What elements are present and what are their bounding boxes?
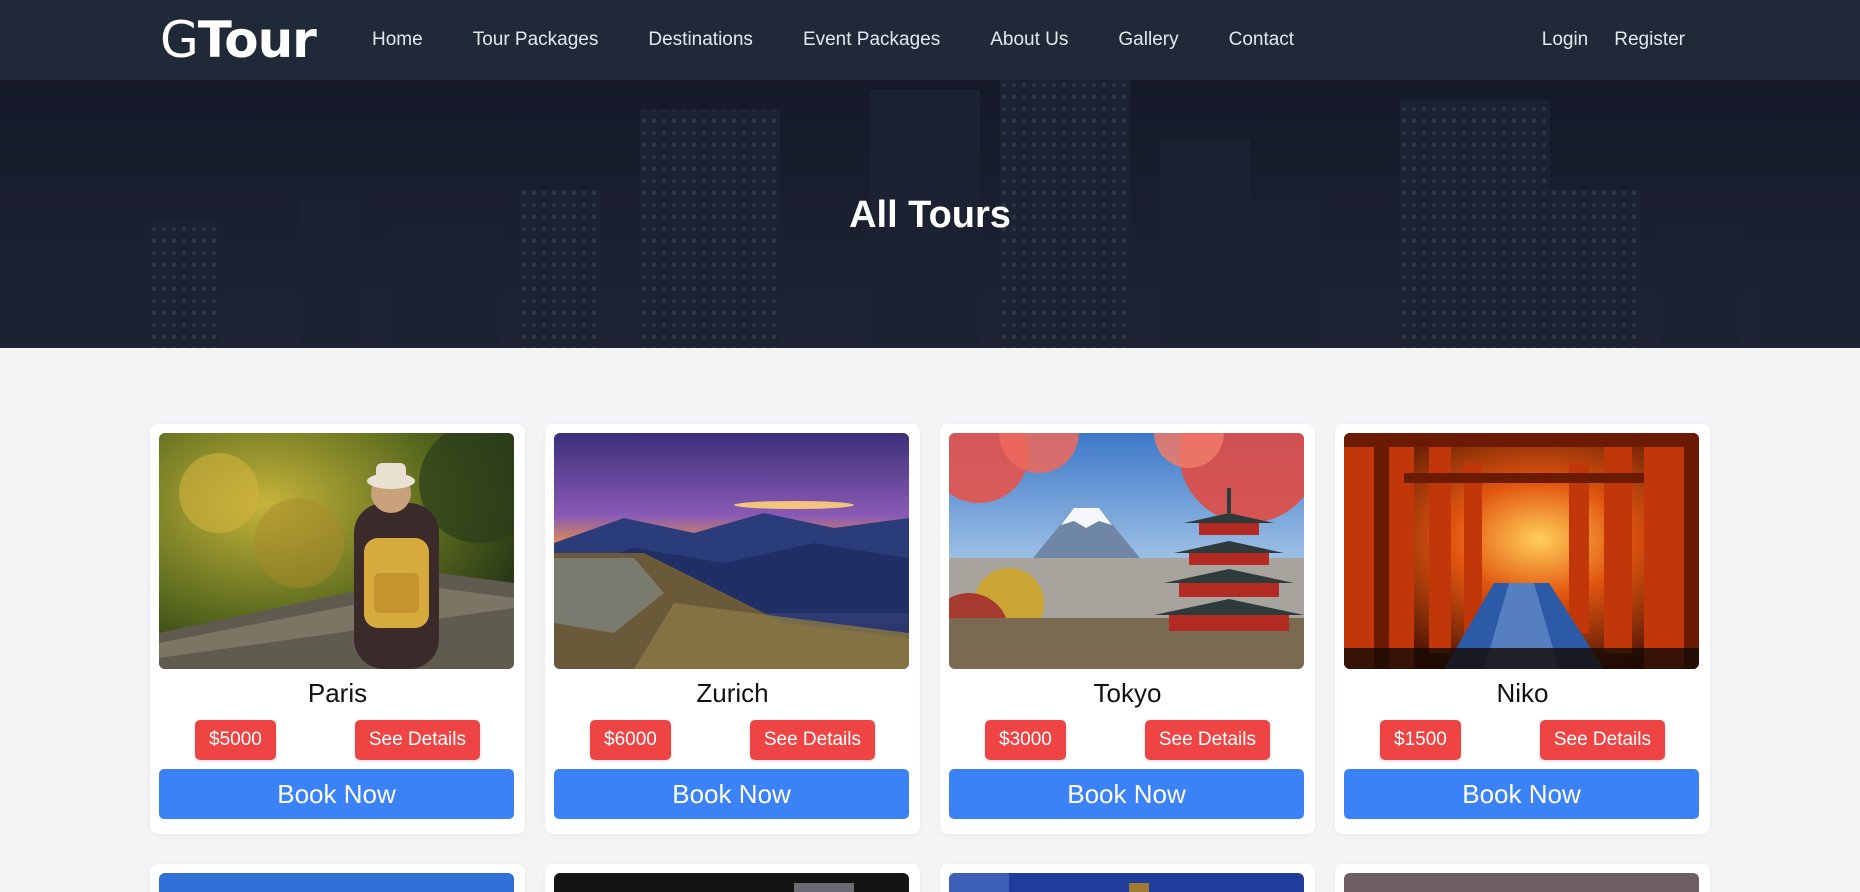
see-details-button[interactable]: See Details (749, 720, 875, 760)
tour-image-niko[interactable] (1344, 433, 1699, 669)
tour-city: Paris (307, 678, 368, 708)
nav-destinations[interactable]: Destinations (648, 29, 753, 51)
tour-image-paris[interactable] (159, 433, 514, 669)
tour-city: Niko (1496, 678, 1549, 708)
top-navbar: GTour Home Tour Packages Destinations Ev… (0, 0, 1860, 80)
book-now-button[interactable]: Book Now (554, 769, 909, 819)
nav-event-packages[interactable]: Event Packages (803, 29, 940, 51)
book-now-button[interactable]: Book Now (1344, 769, 1699, 819)
book-now-button[interactable]: Book Now (949, 769, 1304, 819)
auth-links: Login Register (1542, 0, 1685, 80)
nav-gallery[interactable]: Gallery (1118, 29, 1178, 51)
register-link[interactable]: Register (1614, 29, 1685, 51)
tour-image-partial-4[interactable] (1344, 873, 1699, 892)
price-badge: $1500 (1380, 720, 1461, 760)
page-title: All Tours (849, 193, 1011, 236)
see-details-button[interactable]: See Details (354, 720, 480, 760)
tour-card-zurich: Zurich $6000 See Details Book Now (545, 424, 920, 834)
see-details-button[interactable]: See Details (1539, 720, 1665, 760)
price-badge: $6000 (590, 720, 671, 760)
tour-card-partial-3 (940, 864, 1315, 892)
price-badge: $3000 (985, 720, 1066, 760)
main-nav: Home Tour Packages Destinations Event Pa… (372, 0, 1294, 80)
tour-card-partial-1 (150, 864, 525, 892)
book-now-button[interactable]: Book Now (159, 769, 514, 819)
tour-image-partial-3[interactable] (949, 873, 1304, 892)
tour-image-tokyo[interactable] (949, 433, 1304, 669)
tour-city: Zurich (696, 678, 769, 708)
login-link[interactable]: Login (1542, 29, 1589, 51)
tour-card-partial-2 (545, 864, 920, 892)
tour-card-tokyo: Tokyo $3000 See Details Book Now (940, 424, 1315, 834)
tour-image-zurich[interactable] (554, 433, 909, 669)
see-details-button[interactable]: See Details (1144, 720, 1270, 760)
nav-about-us[interactable]: About Us (990, 29, 1068, 51)
price-badge: $5000 (195, 720, 276, 760)
tour-image-partial-1[interactable] (159, 873, 514, 892)
nav-tour-packages[interactable]: Tour Packages (473, 29, 599, 51)
nav-home[interactable]: Home (372, 29, 423, 51)
tour-card-partial-4 (1335, 864, 1710, 892)
brand-logo[interactable]: GTour (160, 10, 317, 70)
tour-card-paris: Paris $5000 See Details Book Now (150, 424, 525, 834)
nav-contact[interactable]: Contact (1229, 29, 1294, 51)
hero-banner: All Tours (0, 80, 1860, 348)
tour-city: Tokyo (1093, 678, 1162, 708)
tour-image-partial-2[interactable] (554, 873, 909, 892)
tour-card-niko: Niko $1500 See Details Book Now (1335, 424, 1710, 834)
tour-grid: Paris $5000 See Details Book Now Zurich … (150, 424, 1710, 892)
